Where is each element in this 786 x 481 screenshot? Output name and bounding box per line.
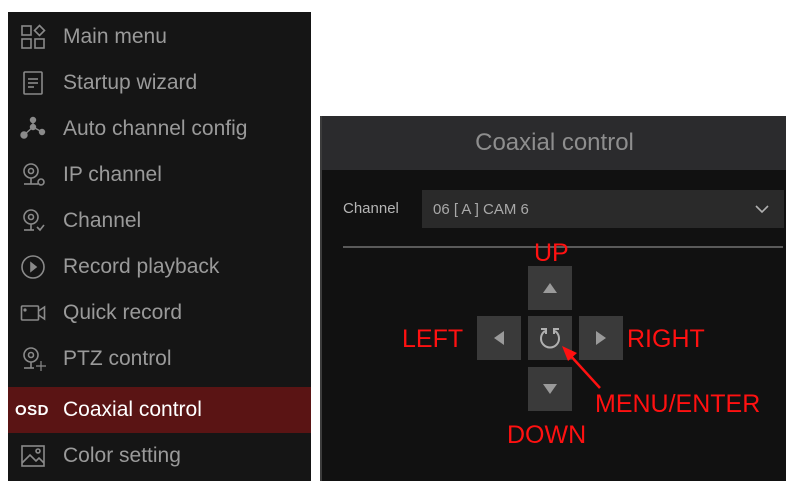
menu-item-label: Quick record (63, 301, 183, 324)
menu-item-label: Record playback (63, 255, 220, 278)
menu-item-label: Auto channel config (63, 117, 248, 140)
menu-item-label: Channel (63, 209, 142, 232)
image-icon (18, 441, 48, 471)
menu-item-auto-channel-config[interactable]: Auto channel config (8, 106, 311, 152)
menu-item-record-playback[interactable]: Record playback (8, 244, 311, 290)
annotation-menu-enter: MENU/ENTER (595, 390, 761, 418)
menu-item-coaxial-control[interactable]: OSD Coaxial control (8, 387, 311, 433)
ip-camera-icon (18, 160, 48, 190)
menu-item-channel[interactable]: Channel (8, 198, 311, 244)
menu-item-ptz-control[interactable]: PTZ control (8, 336, 311, 382)
annotation-left: LEFT (402, 325, 464, 353)
video-camera-icon (18, 298, 48, 328)
side-menu: Main menu Startup wizard Auto channel co… (8, 12, 311, 481)
menu-item-label: Main menu (63, 25, 167, 48)
menu-item-label: PTZ control (63, 347, 172, 370)
menu-item-label: IP channel (63, 163, 162, 186)
document-icon (18, 68, 48, 98)
annotation-up: UP (534, 239, 569, 267)
menu-item-color-setting[interactable]: Color setting (8, 433, 311, 479)
menu-item-label: Startup wizard (63, 71, 198, 94)
menu-item-label: Coaxial control (63, 398, 202, 421)
annotation-down: DOWN (507, 421, 587, 449)
network-icon (18, 114, 48, 144)
play-circle-icon (18, 252, 48, 282)
osd-icon: OSD (12, 395, 52, 425)
grid-icon (18, 22, 48, 52)
coaxial-control-panel: Coaxial control Channel 06 [ A ] CAM 6 U… (320, 116, 786, 481)
annotation-right: RIGHT (627, 325, 705, 353)
menu-item-main-menu[interactable]: Main menu (8, 14, 311, 60)
menu-item-ip-channel[interactable]: IP channel (8, 152, 311, 198)
menu-item-startup-wizard[interactable]: Startup wizard (8, 60, 311, 106)
osd-icon-text: OSD (14, 401, 49, 419)
camera-icon (18, 206, 48, 236)
ptz-camera-icon (18, 344, 48, 374)
menu-item-label: Color setting (63, 444, 181, 467)
menu-item-quick-record[interactable]: Quick record (8, 290, 311, 336)
